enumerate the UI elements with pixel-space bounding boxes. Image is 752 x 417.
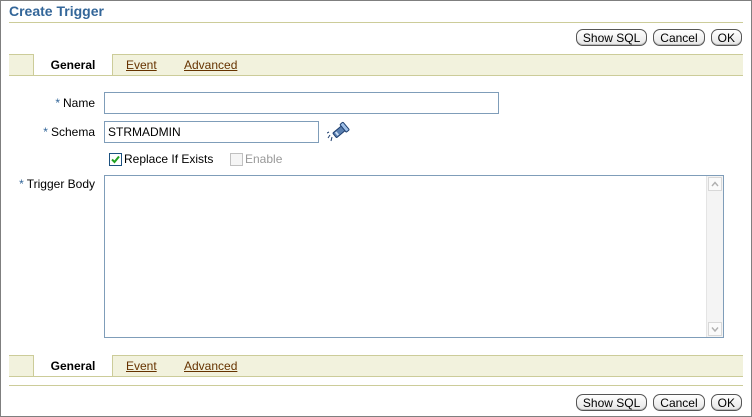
show-sql-button[interactable]: Show SQL (575, 29, 648, 46)
enable-label: Enable (245, 152, 283, 166)
trigger-body-label: * Trigger Body (19, 177, 95, 191)
chevron-up-icon (711, 181, 719, 187)
checkmark-icon (111, 155, 120, 164)
cancel-button[interactable]: Cancel (653, 394, 705, 411)
tab-bar-top: General Event Advanced (9, 54, 743, 76)
required-marker: * (55, 96, 60, 110)
footer-divider (9, 385, 743, 386)
name-input[interactable] (104, 92, 499, 114)
schema-label: * Schema (43, 125, 95, 139)
scroll-up-button[interactable] (708, 177, 722, 191)
schema-input[interactable] (104, 121, 319, 143)
scroll-down-button[interactable] (708, 322, 722, 336)
required-marker: * (43, 125, 48, 139)
create-trigger-window: Create Trigger Show SQL Cancel OK Genera… (0, 0, 752, 417)
replace-if-exists-checkbox[interactable] (109, 153, 122, 166)
cancel-button[interactable]: Cancel (653, 29, 705, 46)
tab-general[interactable]: General (33, 54, 113, 75)
top-button-row: Show SQL Cancel OK (575, 29, 742, 46)
enable-checkbox (230, 153, 243, 166)
bottom-button-row: Show SQL Cancel OK (575, 394, 742, 411)
vertical-scrollbar[interactable] (706, 176, 723, 337)
tab-event[interactable]: Event (126, 356, 157, 376)
tab-bar-bottom: General Event Advanced (9, 355, 743, 377)
tab-event[interactable]: Event (126, 55, 157, 75)
show-sql-button[interactable]: Show SQL (575, 394, 648, 411)
tab-advanced[interactable]: Advanced (184, 55, 237, 75)
name-label: * Name (55, 96, 95, 110)
ok-button[interactable]: OK (710, 394, 742, 411)
tab-advanced[interactable]: Advanced (184, 356, 237, 376)
title-divider (9, 22, 743, 23)
page-title: Create Trigger (9, 3, 104, 19)
required-marker: * (19, 177, 24, 191)
replace-if-exists-label: Replace If Exists (124, 152, 214, 166)
tab-general[interactable]: General (33, 355, 113, 376)
ok-button[interactable]: OK (710, 29, 742, 46)
flashlight-icon[interactable] (327, 119, 353, 143)
trigger-body-textarea[interactable] (104, 175, 724, 338)
chevron-down-icon (711, 327, 719, 333)
